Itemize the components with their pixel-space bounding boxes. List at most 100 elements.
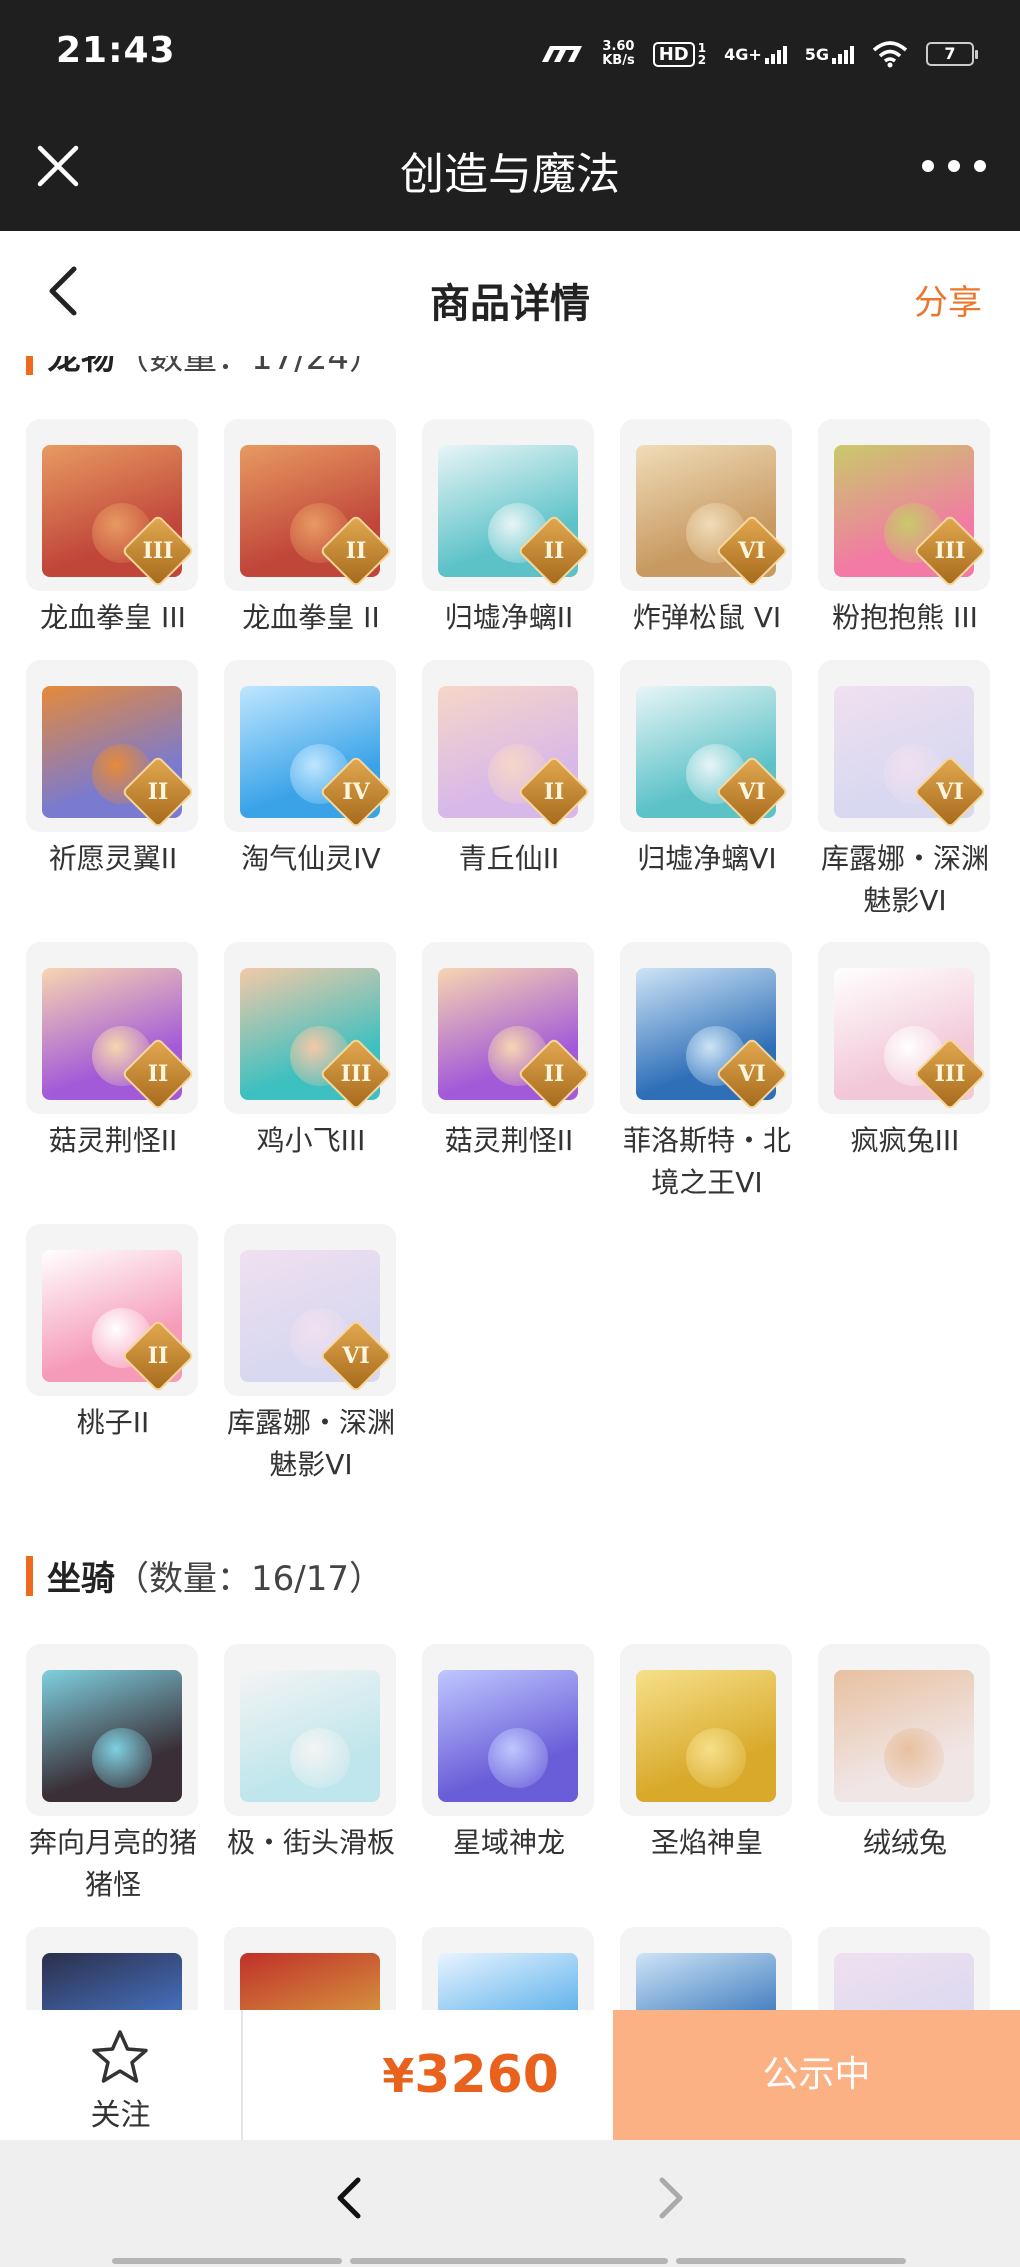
item-name: 库露娜・深渊魅影VI xyxy=(226,1406,395,1481)
item-card[interactable]: III 龙血拳皇 III xyxy=(26,419,200,639)
hd-indicator: HD 12 xyxy=(652,41,706,67)
item-card[interactable]: II 桃子II xyxy=(26,1224,200,1444)
more-button[interactable] xyxy=(922,146,986,186)
item-name: 桃子II xyxy=(76,1406,150,1439)
item-name: 粉抱抱熊 III xyxy=(832,601,978,634)
item-card[interactable]: III 粉抱抱熊 III xyxy=(818,419,992,639)
home-indicator xyxy=(112,2258,342,2264)
follow-label: 关注 xyxy=(90,2098,151,2133)
chevron-right-icon xyxy=(659,2177,683,2219)
item-card[interactable]: IV 淘气仙灵IV xyxy=(224,660,398,880)
share-button[interactable]: 分享 xyxy=(914,275,982,324)
item-name: 菇灵荆怪II xyxy=(48,1124,178,1157)
item-card[interactable]: II 龙血拳皇 II xyxy=(224,419,398,639)
item-thumbnail: VI xyxy=(620,942,792,1114)
item-card[interactable]: II 菇灵荆怪II xyxy=(26,942,200,1162)
item-card[interactable] xyxy=(26,1927,200,2010)
item-name: 淘气仙灵IV xyxy=(241,842,381,875)
item-card[interactable]: 星域神龙 xyxy=(422,1644,596,1864)
item-thumbnail xyxy=(818,1644,990,1816)
status-bar: 21:43 3.60 KB/s HD 12 4G+ 5G 7 xyxy=(0,0,1020,108)
item-thumbnail: II xyxy=(26,942,198,1114)
item-thumbnail: III xyxy=(26,419,198,591)
item-card[interactable] xyxy=(620,1927,794,2010)
item-card[interactable]: III 疯疯兔III xyxy=(818,942,992,1162)
item-artwork xyxy=(42,1953,182,2010)
wifi-icon xyxy=(872,41,908,68)
item-thumbnail xyxy=(422,1644,594,1816)
item-artwork xyxy=(834,1670,974,1802)
item-card[interactable] xyxy=(818,1927,992,2010)
item-name: 青丘仙II xyxy=(458,842,560,875)
browser-nav-bar xyxy=(0,2140,1020,2267)
status-icons: 3.60 KB/s HD 12 4G+ 5G 7 xyxy=(540,34,978,74)
item-card[interactable]: 绒绒兔 xyxy=(818,1644,992,1864)
item-card[interactable]: II 青丘仙II xyxy=(422,660,596,880)
item-card[interactable]: VI 归墟净螭VI xyxy=(620,660,794,880)
item-card[interactable]: VI 炸弹松鼠 VI xyxy=(620,419,794,639)
item-card[interactable]: VI 库露娜・深渊魅影VI xyxy=(818,660,992,922)
carrier-logo-icon xyxy=(542,46,583,62)
item-thumbnail: II xyxy=(26,660,198,832)
item-thumbnail: III xyxy=(818,942,990,1114)
item-thumbnail xyxy=(620,1644,792,1816)
item-name: 归墟净螭II xyxy=(444,601,574,634)
item-card[interactable]: II 归墟净螭II xyxy=(422,419,596,639)
section-accent-bar xyxy=(26,356,33,375)
item-thumbnail: II xyxy=(422,942,594,1114)
item-card[interactable]: 奔向月亮的猪猪怪 xyxy=(26,1644,200,1906)
page-header: 商品详情 分享 xyxy=(0,231,1020,356)
item-card[interactable]: II 菇灵荆怪II xyxy=(422,942,596,1162)
page-title: 商品详情 xyxy=(430,281,590,327)
public-notice-button[interactable]: 公示中 xyxy=(613,2010,1020,2140)
price-display: ¥3260 xyxy=(243,2010,613,2140)
product-content[interactable]: 宠物 （数量：17/24） III 龙血拳皇 III II 龙血拳皇 II II 归墟净螭… xyxy=(0,356,1020,2010)
item-thumbnail: II xyxy=(224,419,396,591)
item-card[interactable]: VI 库露娜・深渊魅影VI xyxy=(224,1224,398,1486)
app-bar: 创造与魔法 xyxy=(0,108,1020,231)
item-card[interactable] xyxy=(422,1927,596,2010)
item-name: 炸弹松鼠 VI xyxy=(632,601,782,634)
item-thumbnail: IV xyxy=(224,660,396,832)
more-icon xyxy=(922,160,934,172)
item-card[interactable]: VI 菲洛斯特・北境之王VI xyxy=(620,942,794,1204)
item-artwork xyxy=(438,1953,578,2010)
item-name: 星域神龙 xyxy=(452,1826,565,1859)
nav-forward-button[interactable] xyxy=(640,2168,700,2228)
item-name: 库露娜・深渊魅影VI xyxy=(820,842,989,917)
item-artwork xyxy=(240,1953,380,2010)
signal-4g-icon: 4G+ xyxy=(724,45,787,64)
pets-section-title: 宠物 xyxy=(47,356,115,378)
item-thumbnail: VI xyxy=(620,419,792,591)
item-card[interactable]: II 祈愿灵翼II xyxy=(26,660,200,880)
section-accent-bar xyxy=(26,1555,33,1596)
item-thumbnail xyxy=(620,1927,792,2010)
item-artwork xyxy=(636,1953,776,2010)
bottom-action-bar: 关注 ¥3260 公示中 xyxy=(0,2010,1020,2140)
item-card[interactable]: III 鸡小飞III xyxy=(224,942,398,1162)
pets-section-count: （数量：17/24） xyxy=(115,356,383,378)
item-thumbnail: III xyxy=(818,419,990,591)
item-name: 鸡小飞III xyxy=(256,1124,366,1157)
item-thumbnail xyxy=(224,1927,396,2010)
item-card[interactable]: 圣焰神皇 xyxy=(620,1644,794,1864)
item-artwork xyxy=(636,1670,776,1802)
follow-button[interactable]: 关注 xyxy=(0,2010,243,2140)
item-card[interactable] xyxy=(224,1927,398,2010)
item-name: 菲洛斯特・北境之王VI xyxy=(622,1124,791,1199)
item-artwork xyxy=(834,1953,974,2010)
item-name: 归墟净螭VI xyxy=(637,842,777,875)
nav-back-button[interactable] xyxy=(320,2168,380,2228)
mounts-section-count: （数量：16/17） xyxy=(115,1559,383,1599)
item-name: 祈愿灵翼II xyxy=(48,842,178,875)
item-thumbnail: VI xyxy=(224,1224,396,1396)
item-artwork xyxy=(42,1670,182,1802)
item-name: 绒绒兔 xyxy=(862,1826,947,1859)
item-thumbnail: II xyxy=(26,1224,198,1396)
star-icon xyxy=(92,2030,148,2083)
chevron-left-icon xyxy=(337,2177,361,2219)
item-card[interactable]: 极・街头滑板 xyxy=(224,1644,398,1864)
item-name: 疯疯兔III xyxy=(850,1124,960,1157)
item-name: 菇灵荆怪II xyxy=(444,1124,574,1157)
item-thumbnail: II xyxy=(422,419,594,591)
